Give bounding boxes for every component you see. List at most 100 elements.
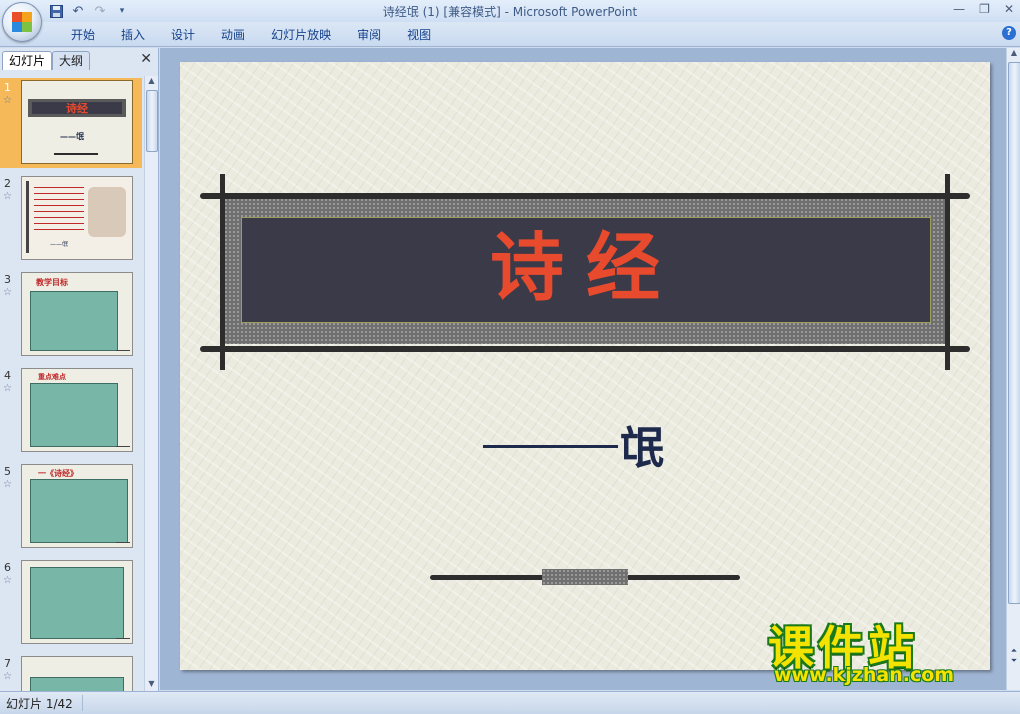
slide-counter: 幻灯片 1/42: [6, 697, 73, 711]
slide-thumbnail-6[interactable]: 6 ☆: [0, 558, 142, 648]
animation-star-icon: ☆: [3, 383, 12, 394]
tab-insert[interactable]: 插入: [108, 26, 158, 44]
mini-line: [34, 223, 84, 224]
tab-home[interactable]: 开始: [58, 26, 108, 44]
decorative-block: [542, 569, 628, 585]
slide-number: 5: [4, 465, 11, 478]
animation-star-icon: ☆: [3, 575, 12, 586]
slide-thumbnail-2[interactable]: 2 ☆ ——氓: [0, 174, 142, 264]
watermark-logo: 课件站 www.kjzhan.com: [766, 612, 1006, 690]
scroll-up-icon[interactable]: ▲: [145, 76, 158, 88]
scroll-rod-top: [200, 193, 970, 199]
thumbnail-image: [21, 656, 133, 691]
slide-thumbnail-5[interactable]: 5 ☆ 一《诗经》: [0, 462, 142, 552]
title-banner-inner: 诗经: [241, 217, 931, 323]
tab-review[interactable]: 审阅: [344, 26, 394, 44]
tab-slides[interactable]: 幻灯片: [2, 51, 53, 70]
thumbnail-image: 诗经 ——氓: [21, 80, 133, 164]
office-logo-icon: [12, 12, 32, 32]
mini-line: [34, 211, 84, 212]
slide-scrollbar[interactable]: ▲ ⏶ ⏷: [1006, 48, 1020, 690]
slide-canvas[interactable]: 诗经 氓: [180, 62, 990, 670]
mini-post: [26, 181, 29, 253]
mini-scroll: [30, 383, 118, 447]
slide-thumbnail-1[interactable]: 1 ☆ 诗经 ——氓: [0, 78, 142, 168]
animation-star-icon: ☆: [3, 287, 12, 298]
slide-subtitle[interactable]: 氓: [620, 412, 664, 476]
mini-title: 诗经: [66, 102, 88, 115]
scroll-post-right: [945, 174, 950, 370]
mini-line: [116, 638, 130, 639]
window-controls: — ❐ ✕: [953, 2, 1014, 16]
mini-line: [34, 217, 84, 218]
thumbnail-scrollbar[interactable]: ▲ ▼: [144, 76, 158, 691]
tab-slideshow[interactable]: 幻灯片放映: [258, 26, 344, 44]
mini-scroll: [30, 677, 124, 691]
tab-animations[interactable]: 动画: [208, 26, 258, 44]
status-separator: [82, 695, 83, 711]
mini-line: [34, 205, 84, 206]
mini-illustration: [88, 187, 126, 237]
animation-star-icon: ☆: [3, 671, 12, 682]
slide-number: 6: [4, 561, 11, 574]
scroll-up-icon[interactable]: ▲: [1007, 48, 1020, 60]
thumbnail-image: 教学目标: [21, 272, 133, 356]
close-panel-icon[interactable]: ✕: [140, 51, 152, 67]
animation-star-icon: ☆: [3, 191, 12, 202]
mini-title: 教学目标: [36, 278, 68, 287]
slide-thumbnail-7[interactable]: 7 ☆: [0, 654, 142, 691]
application-title: - Microsoft PowerPoint: [500, 5, 638, 19]
scroll-down-icon[interactable]: ▼: [145, 679, 158, 691]
scroll-post-left: [220, 174, 225, 370]
office-button[interactable]: [2, 2, 42, 42]
mini-scroll: [30, 567, 124, 639]
mini-line: [34, 193, 84, 194]
title-scroll-banner: 诗经: [220, 194, 950, 344]
subtitle-dash: [483, 445, 618, 448]
thumbnail-image: 重点难点: [21, 368, 133, 452]
thumbnail-image: [21, 560, 133, 644]
page-nav-buttons: ⏶ ⏷: [1007, 646, 1020, 666]
watermark-url: www.kjzhan.com: [774, 664, 955, 686]
panel-tabs: 幻灯片 大纲 ✕: [0, 48, 158, 70]
help-icon[interactable]: ?: [1002, 26, 1016, 40]
mini-subtitle: ——氓: [60, 132, 84, 141]
tab-design[interactable]: 设计: [158, 26, 208, 44]
scroll-rod-bottom: [200, 346, 970, 352]
mini-line: [116, 446, 130, 447]
slide-title[interactable]: 诗经: [242, 220, 930, 316]
mini-line: [116, 350, 130, 351]
slide-thumbnail-4[interactable]: 4 ☆ 重点难点: [0, 366, 142, 456]
minimize-icon[interactable]: —: [953, 2, 965, 16]
thumbnail-image: ——氓: [21, 176, 133, 260]
tab-view[interactable]: 视图: [394, 26, 444, 44]
slide-number: 7: [4, 657, 11, 670]
slide-editing-area: 诗经 氓: [160, 48, 1006, 690]
mini-line: [34, 199, 84, 200]
mini-line: [34, 229, 84, 230]
window-title: 诗经氓 (1) [兼容模式] - Microsoft PowerPoint: [0, 3, 1020, 20]
mini-line: [54, 153, 98, 155]
animation-star-icon: ☆: [3, 479, 12, 490]
slide-number: 3: [4, 273, 11, 286]
tab-outline[interactable]: 大纲: [52, 51, 91, 70]
scrollbar-thumb[interactable]: [146, 90, 158, 152]
mini-scroll: [30, 291, 118, 351]
mini-line: [34, 187, 84, 188]
title-bar: ↶ ↷ ▾ 诗经氓 (1) [兼容模式] - Microsoft PowerPo…: [0, 0, 1020, 42]
maximize-icon[interactable]: ❐: [979, 2, 990, 16]
thumbnail-list: 1 ☆ 诗经 ——氓 2 ☆ ——氓 3 ☆ 教学目标 4 ☆ 重点难点 5 ☆…: [0, 76, 142, 691]
previous-slide-icon[interactable]: ⏶: [1007, 646, 1020, 656]
mini-title: 一《诗经》: [38, 469, 78, 478]
animation-star-icon: ☆: [3, 95, 12, 106]
mini-subtitle: ——氓: [50, 241, 69, 248]
document-title: 诗经氓 (1) [兼容模式]: [382, 5, 501, 19]
next-slide-icon[interactable]: ⏷: [1007, 656, 1020, 666]
ribbon-tab-bar: 开始 插入 设计 动画 幻灯片放映 审阅 视图 ?: [0, 22, 1020, 47]
slide-thumbnail-3[interactable]: 3 ☆ 教学目标: [0, 270, 142, 360]
slides-panel: 幻灯片 大纲 ✕ 1 ☆ 诗经 ——氓 2 ☆ ——氓 3 ☆ 教学目标 4 ☆…: [0, 48, 159, 691]
slide-number: 4: [4, 369, 11, 382]
close-icon[interactable]: ✕: [1004, 2, 1014, 16]
scrollbar-thumb[interactable]: [1008, 62, 1020, 604]
slide-number: 2: [4, 177, 11, 190]
